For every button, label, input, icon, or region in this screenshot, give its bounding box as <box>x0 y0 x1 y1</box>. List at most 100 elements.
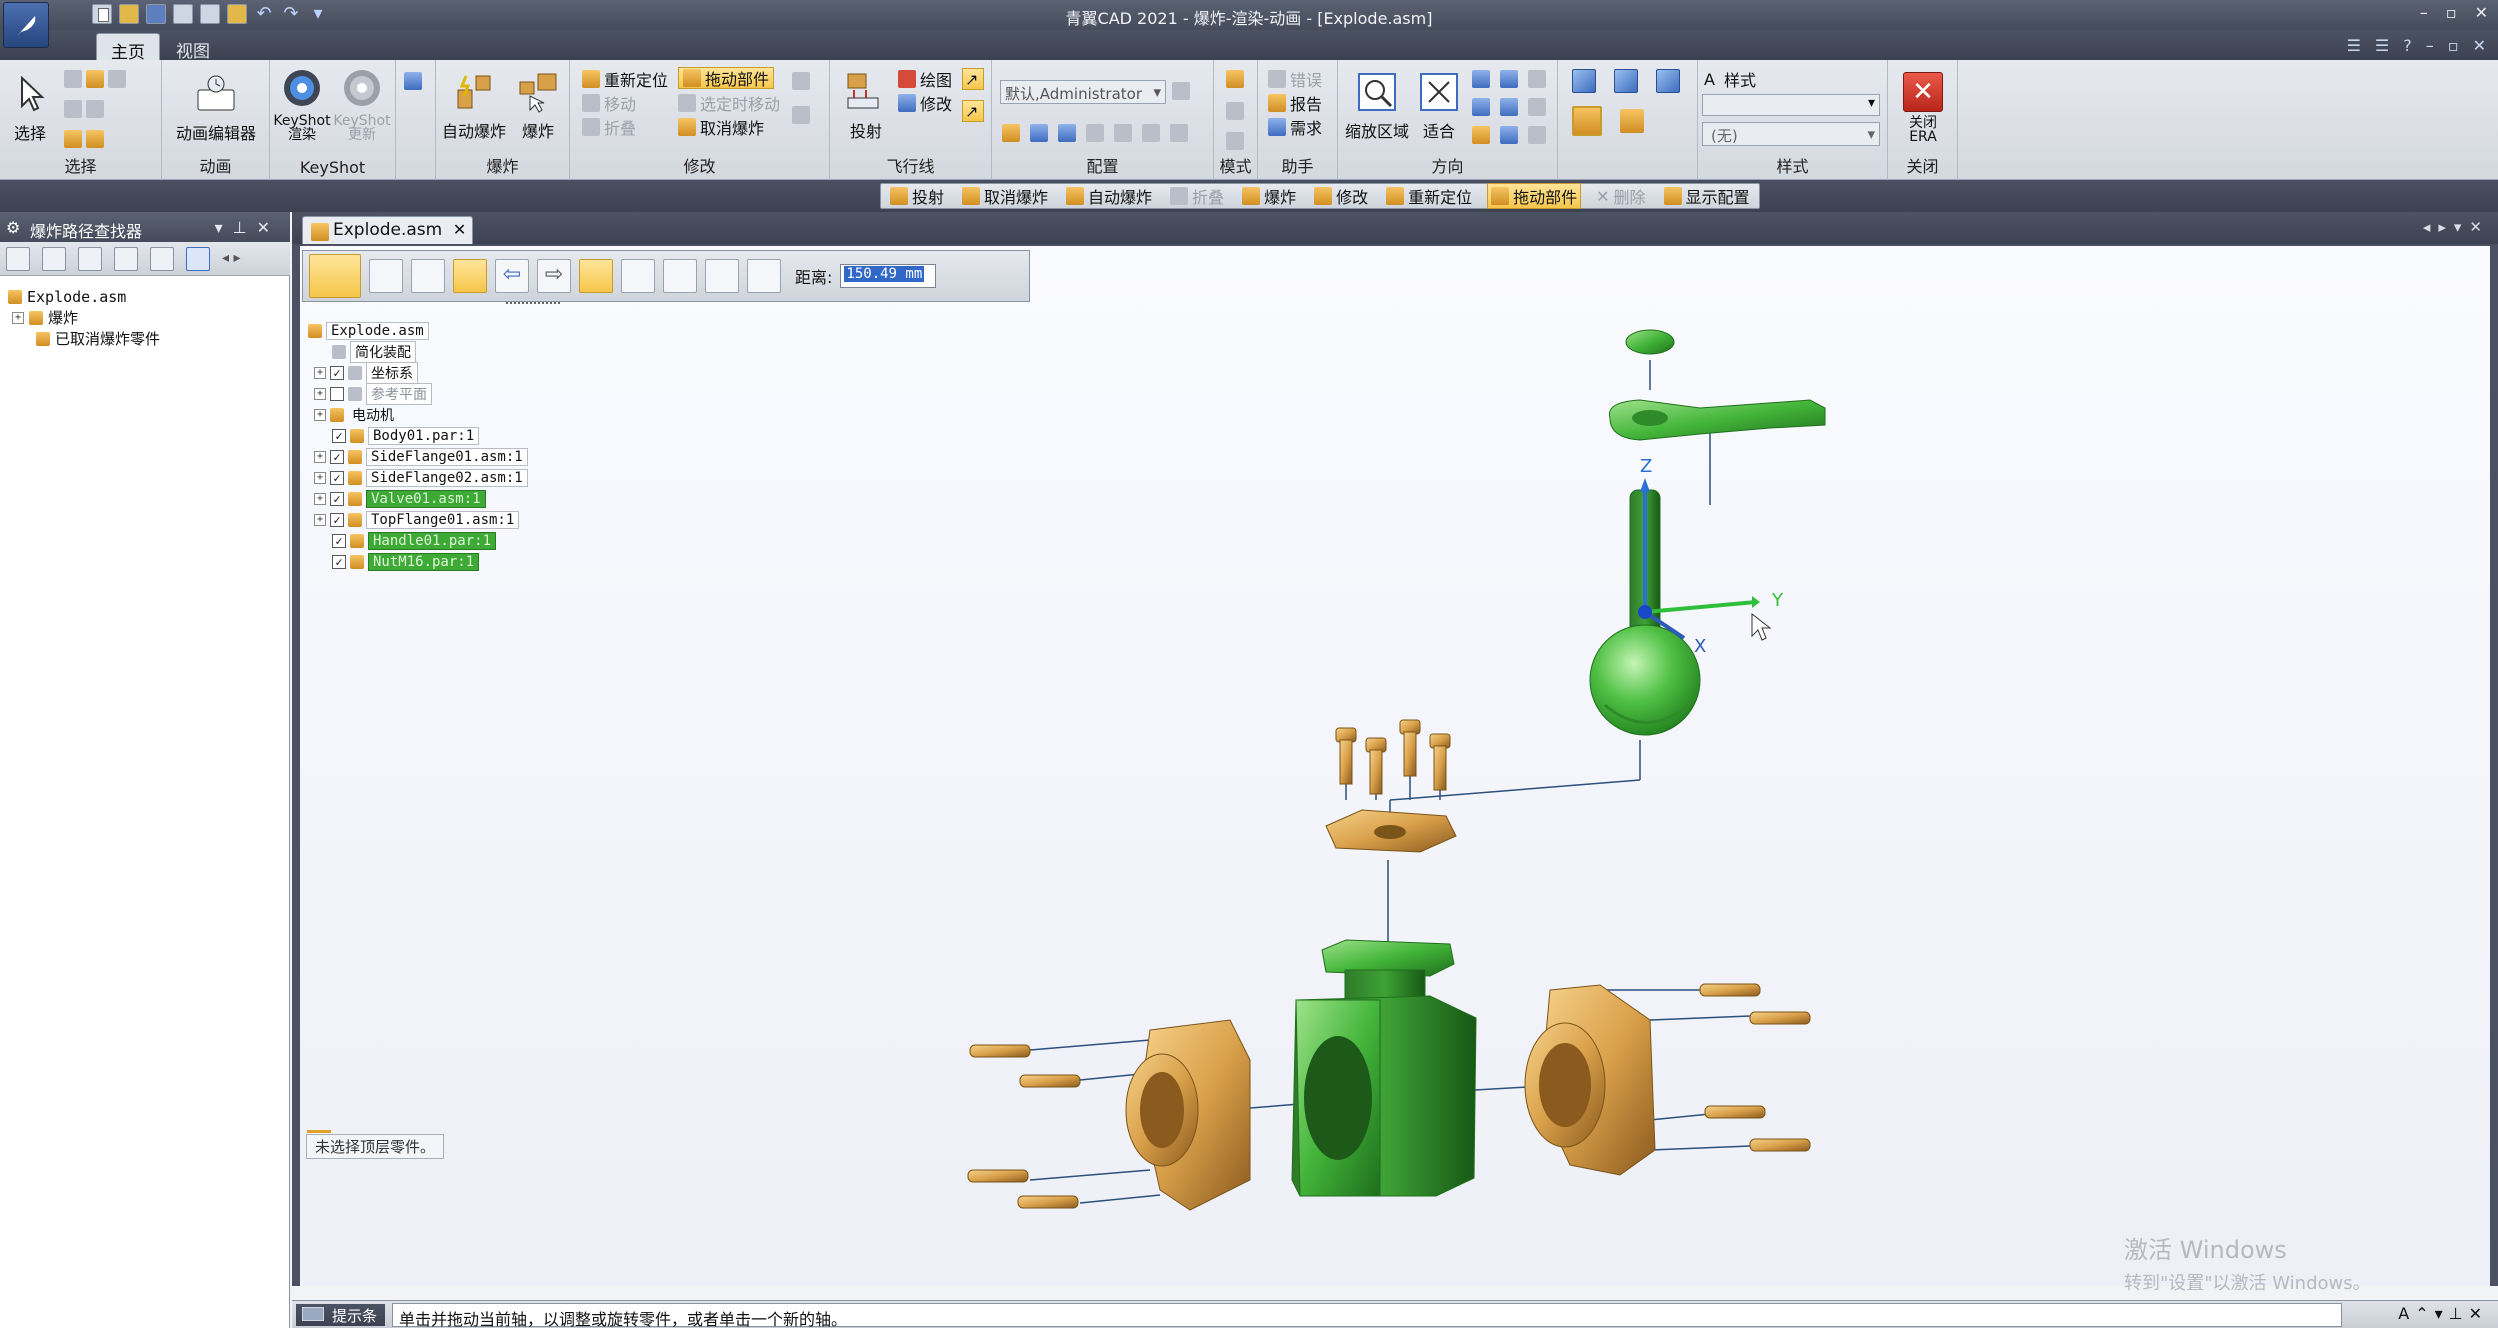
axis-orient-icon[interactable] <box>705 259 739 293</box>
select-part-tool-icon[interactable] <box>369 259 403 293</box>
application-menu-button[interactable] <box>3 2 49 48</box>
move-axis-icon[interactable] <box>411 259 445 293</box>
tree-node-unexploded[interactable]: 已取消爆炸零件 <box>8 328 160 349</box>
expand-icon[interactable]: + <box>314 450 326 463</box>
minimize-button[interactable]: – <box>2420 3 2428 22</box>
checkbox[interactable]: ✓ <box>330 470 344 485</box>
select-filter-icon[interactable] <box>64 70 82 88</box>
move-button[interactable]: 移动 <box>582 92 636 114</box>
panel-tool-shade-icon[interactable] <box>42 247 66 271</box>
requirement-button[interactable]: 需求 <box>1268 116 1322 138</box>
document-tab[interactable]: Explode.asm ✕ <box>302 216 474 244</box>
flowline-toggle2[interactable]: ↗ <box>962 100 984 122</box>
select-option-icon[interactable] <box>86 100 104 118</box>
panel-tool-tree-icon[interactable] <box>186 247 210 271</box>
expand-icon[interactable]: + <box>12 311 24 324</box>
cursor-small-icon[interactable] <box>1528 126 1546 144</box>
expand-icon[interactable]: + <box>314 387 326 400</box>
project-button[interactable]: 投射 <box>836 70 896 142</box>
cmd-delete[interactable]: ✕ 删除 <box>1593 184 1648 208</box>
drag-part-button[interactable]: 拖动部件 <box>678 67 775 89</box>
shaded-view-icon[interactable] <box>1572 106 1602 136</box>
collapse-button[interactable]: 折叠 <box>582 116 636 138</box>
animation-editor-button[interactable]: 动画编辑器 <box>166 72 266 144</box>
checkbox[interactable]: ✓ <box>330 512 344 527</box>
asm-node-simplified[interactable]: 简化装配 <box>308 340 528 363</box>
cmd-modify[interactable]: 修改 <box>1311 184 1371 208</box>
spin-icon[interactable] <box>1500 98 1518 116</box>
panel-tool-gear-icon[interactable] <box>150 247 174 271</box>
close-era-button[interactable]: ✕ 关闭 ERA <box>1898 72 1948 144</box>
rotate-tool-icon[interactable] <box>621 259 655 293</box>
toolbar-grip[interactable] <box>506 302 560 308</box>
tree-node-root[interactable]: Explode.asm <box>8 286 160 307</box>
asm-node-sideflange1[interactable]: + ✓ SideFlange01.asm:1 <box>308 446 528 467</box>
panel-tool-grid-icon[interactable] <box>6 247 30 271</box>
keyshot-settings-icon[interactable] <box>404 72 422 90</box>
checkbox[interactable]: ✓ <box>330 449 344 464</box>
plane-tool-icon[interactable] <box>663 259 697 293</box>
explode-button[interactable]: 爆炸 <box>510 70 566 142</box>
cmd-show-config[interactable]: 显示配置 <box>1661 184 1753 208</box>
drag-axis-icon[interactable] <box>453 259 487 293</box>
mode-grid-icon[interactable] <box>1226 70 1244 88</box>
layout-icon[interactable]: ☰ <box>2347 36 2361 55</box>
checkbox[interactable]: ✓ <box>332 533 346 548</box>
asm-node-handle[interactable]: ✓ Handle01.par:1 <box>308 530 528 551</box>
view2-icon[interactable] <box>1528 98 1546 116</box>
config-icon-3[interactable] <box>1058 124 1076 142</box>
triad-icon[interactable] <box>747 259 781 293</box>
zoom-area-button[interactable]: 缩放区域 <box>1342 70 1412 142</box>
help-icon[interactable]: ? <box>2403 36 2412 55</box>
asm-node-coords[interactable]: + ✓ 坐标系 <box>308 361 528 384</box>
style-select-1[interactable]: ▾ <box>1702 94 1880 116</box>
asm-node-topflange[interactable]: + ✓ TopFlange01.asm:1 <box>308 509 528 530</box>
select-zoom-icon[interactable] <box>108 70 126 88</box>
distance-input[interactable]: 150.49 mm <box>840 264 937 288</box>
mode-sketch2-icon[interactable] <box>1226 132 1244 150</box>
config-icon-4[interactable] <box>1086 124 1104 142</box>
zoom-icon[interactable] <box>1472 70 1490 88</box>
select-assembly-icon[interactable] <box>64 130 82 148</box>
tree-node-explode[interactable]: + 爆炸 <box>8 307 160 328</box>
cmd-unexplode[interactable]: 取消爆炸 <box>959 184 1051 208</box>
style-select-2[interactable]: (无) ▾ <box>1702 122 1880 146</box>
panel-pin-close-icon[interactable]: ▾⊥✕ <box>215 218 280 237</box>
asm-node-planes[interactable]: + 参考平面 <box>308 382 528 405</box>
select-sub-icon[interactable] <box>86 130 104 148</box>
tab-view[interactable]: 视图 <box>162 33 224 62</box>
cmd-collapse[interactable]: 折叠 <box>1167 184 1227 208</box>
config-icon-1[interactable] <box>1002 124 1020 142</box>
auto-explode-button[interactable]: 自动爆炸 <box>442 70 506 142</box>
reposition-button[interactable]: 重新定位 <box>582 68 668 90</box>
keyshot-update-button[interactable]: KeyShot 更新 <box>332 66 392 142</box>
shaded-edges-icon[interactable] <box>1620 109 1644 133</box>
unexplode-button[interactable]: 取消爆炸 <box>678 116 764 138</box>
step-part-icon[interactable] <box>309 254 361 298</box>
select-button[interactable]: 选择 <box>8 72 52 144</box>
view-icon[interactable] <box>1528 70 1546 88</box>
checkbox[interactable]: ✓ <box>330 365 344 380</box>
config-icon-5[interactable] <box>1114 124 1132 142</box>
panel-scroll-arrows-icon[interactable]: ◂ ▸ <box>222 250 241 270</box>
move-selected-button[interactable]: 选定时移动 <box>678 92 780 114</box>
cmd-drag-part[interactable]: 拖动部件 <box>1487 183 1582 209</box>
mode-sketch-icon[interactable] <box>1226 102 1244 120</box>
asm-node-sideflange2[interactable]: + ✓ SideFlange02.asm:1 <box>308 467 528 488</box>
arrow-left-icon[interactable]: ⇦ <box>495 259 529 293</box>
cmd-auto-explode[interactable]: 自动爆炸 <box>1063 184 1155 208</box>
style-button[interactable]: A 样式 <box>1704 68 1756 90</box>
maximize-button[interactable]: ▫ <box>2446 3 2457 22</box>
cmd-reposition[interactable]: 重新定位 <box>1383 184 1475 208</box>
side-view-icon[interactable] <box>1656 69 1680 93</box>
expand-icon[interactable]: + <box>314 366 326 379</box>
checkbox[interactable]: ✓ <box>332 554 346 569</box>
asm-node-motor[interactable]: + 电动机 <box>308 404 528 425</box>
doc-minimize-icon[interactable]: – <box>2426 36 2434 55</box>
translate-icon[interactable] <box>579 259 613 293</box>
doc-nav-arrows-icon[interactable]: ◂▸▾✕ <box>2423 218 2490 236</box>
doc-close-icon[interactable]: ✕ <box>2473 36 2486 55</box>
iso-view-icon[interactable] <box>1572 69 1596 93</box>
panel-tool-image-icon[interactable] <box>114 247 138 271</box>
config-icon-2[interactable] <box>1030 124 1048 142</box>
